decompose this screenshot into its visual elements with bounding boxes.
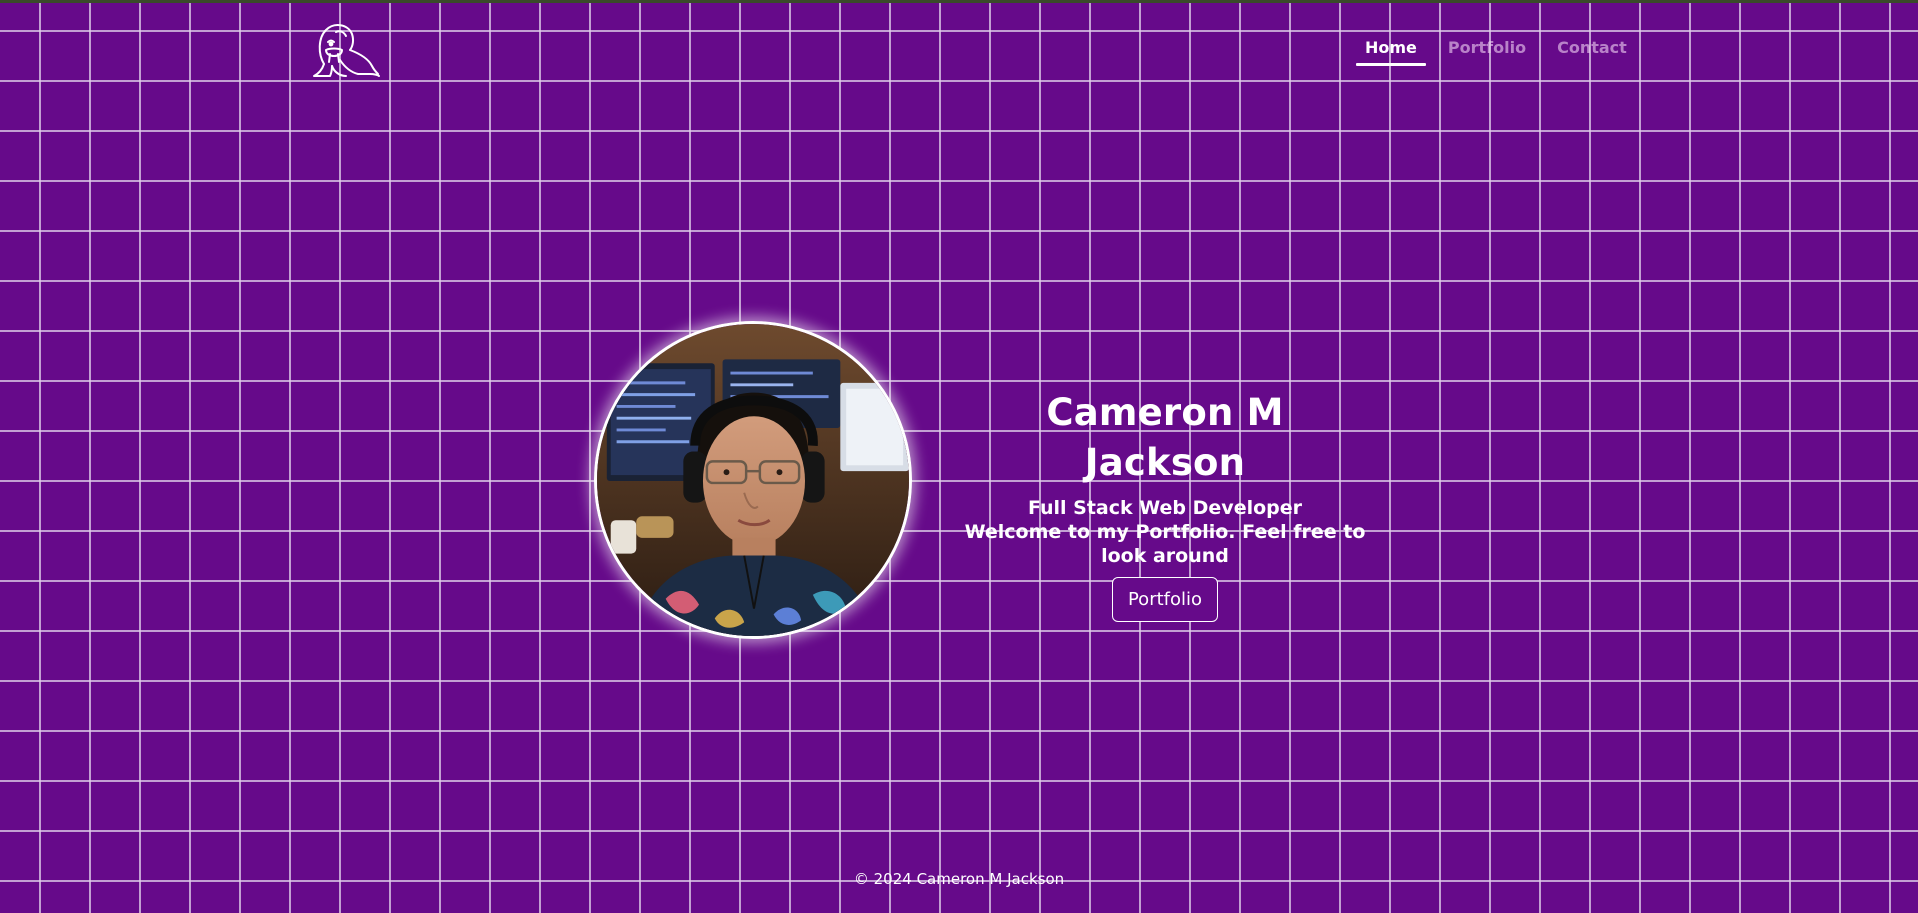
nav-home[interactable]: Home xyxy=(1356,36,1426,68)
top-edge xyxy=(0,0,1918,3)
nav-contact[interactable]: Contact xyxy=(1548,36,1636,68)
portfolio-button[interactable]: Portfolio xyxy=(1111,577,1219,622)
hero-name: Cameron M Jackson xyxy=(1046,391,1284,484)
hero-section: Cameron M Jackson Full Stack Web Develop… xyxy=(960,388,1370,622)
profile-photo xyxy=(594,321,912,639)
nav-portfolio[interactable]: Portfolio xyxy=(1439,36,1535,68)
footer-copyright: © 2024 Cameron M Jackson xyxy=(853,870,1065,888)
main-nav: Home Portfolio Contact xyxy=(1356,36,1649,68)
hero-role: Full Stack Web Developer xyxy=(1027,497,1303,519)
hero-welcome: Welcome to my Portfolio. Feel free to lo… xyxy=(964,521,1366,567)
walrus-logo-icon[interactable] xyxy=(310,20,382,78)
